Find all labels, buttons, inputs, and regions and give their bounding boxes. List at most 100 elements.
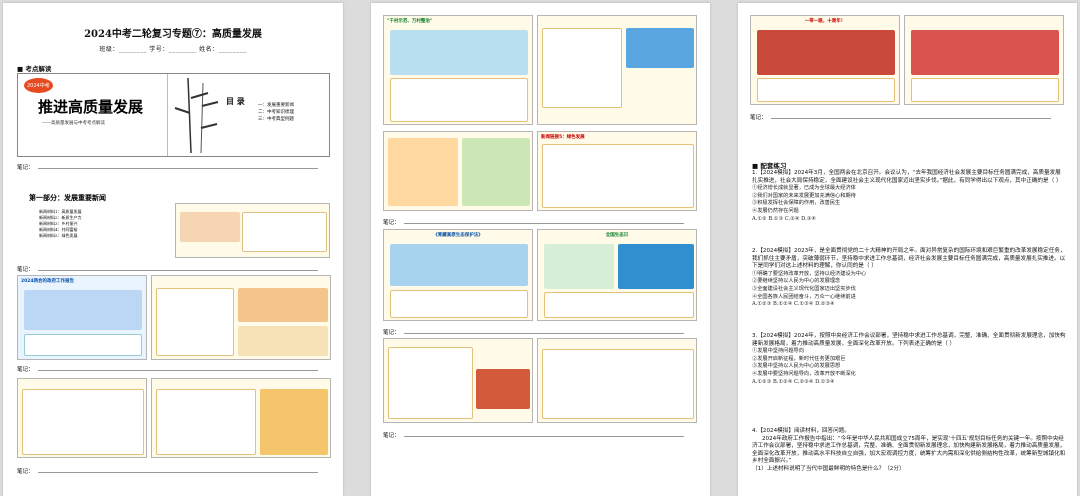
question-subquestion: （1）上述材料说明了当代中国最鲜明的特色是什么？（2分） [752,465,905,472]
news-slide [383,338,533,423]
slide-logo [544,244,614,289]
slide-image [180,212,240,242]
question-option: ①发展中坚持问题导向 [752,348,804,355]
slide-text-box [22,389,144,455]
question-option: ③发展中坚持以人民为中心的发展思想 [752,363,841,370]
toc-list: 一：发展重要新闻 二：中考知识梳理 三：中考典型例题 [258,102,294,123]
question-answer-choices: A.①②③ B.①②④ C.①③④ D.②③④ [752,301,835,308]
news-slide [151,378,331,458]
slide-text-box [757,78,895,102]
slide-text-box [542,349,694,419]
document-page-1: 2024中考二轮复习专题⑦：高质量发展 班级：________ 学号：_____… [3,3,343,496]
gov-report-slide: 2024两会的政府工作报告 [17,275,147,360]
slide-image [911,30,1059,75]
cover-heading: 推进高质量发展 [38,98,144,116]
notes-line: 笔记： [383,218,684,226]
part-heading: 第一部分：发展重要新闻 [29,193,106,202]
question-2: 2.【2024模拟】2023年，是全面贯彻党的二十大精神的开局之年。面对异常复杂… [752,248,1066,309]
news-slide [151,275,331,360]
slide-image [238,326,328,356]
slide-text-box [24,334,142,356]
slide-text-box [156,288,234,356]
notes-line: 笔记： [17,163,318,171]
toc-item: 二：中考知识梳理 [258,110,294,115]
question-option: ①经济增长成就显著，已成为全球最大经济体 [752,185,856,192]
question-stem: 4.【2024模拟】阅读材料，回答问题。 [752,428,850,434]
question-option: ②要继续坚持以人民为中心的发展理念 [752,278,841,285]
slide-image [476,369,530,409]
slide-text-box [911,78,1059,102]
notes-line: 笔记： [383,431,684,439]
question-stem: 3.【2024模拟】2024年，按照中央经济工作会议部署，坚持稳中求进工作总基调… [752,333,1066,347]
student-info-fields: 班级：________ 学号：________ 姓名：________ [99,46,247,53]
question-answer-choices: A.①②③ B.①②④ C.②③④ D.①③④ [752,378,835,385]
question-stem: 2.【2024模拟】2023年，是全面贯彻党的二十大精神的开局之年。面对异常复杂… [752,248,1066,270]
slide-map [388,138,458,206]
news-slide [537,338,697,423]
news-slide [17,378,147,458]
news-slide [904,15,1064,105]
slide-image [757,30,895,75]
slide-text-box [156,389,256,455]
ecoday-slide: 全国生态日 [537,229,697,321]
page-title: 2024中考二轮复习专题⑦：高质量发展 [84,29,262,40]
slide-title: 一带一路，十周年！ [804,19,846,24]
news-slide [175,203,330,258]
question-option: ④发展仍然存在问题 [752,207,799,214]
slide-text-box [544,292,694,318]
slide-image [390,244,528,286]
slide-text-box [242,212,327,252]
notes-line: 笔记： [750,113,1051,121]
question-answer-choices: A.①② B.①③ C.②④ D.③④ [752,215,817,222]
slide-title: 全国生态日 [605,233,629,238]
section-heading-practice: ■ 配套练习 [752,162,787,170]
green-slide: 新闻链接5：绿色发展 [537,131,697,211]
slide-image [462,138,530,206]
section-practice-label: 配套练习 [760,162,787,170]
notes-line: 笔记： [17,365,318,373]
slide-title: "千村示范、万村整治" [387,19,433,24]
part-item: 新闻材料5：绿色发展 [39,233,78,238]
question-material: 2024年政府工作报告中指出：“今年是中华人民共和国成立75周年，是实现‘十四五… [752,435,1066,465]
slide-infographic [24,290,142,330]
news-slide [537,15,697,125]
document-page-3: 一带一路，十周年！ 笔记： ■ 配套练习 1.【2024模拟】2024年3月，全… [738,3,1077,496]
slide-text-box [542,28,622,108]
notes-line: 笔记： [17,467,318,475]
eco-law-slide: 《青藏高原生态保护法》 [383,229,533,321]
section-heading-point: 考点解读 [17,63,343,73]
slide-title: 《青藏高原生态保护法》 [433,233,483,238]
slide-image [238,288,328,322]
question-3: 3.【2024模拟】2024年，按照中央经济工作会议部署，坚持稳中求进工作总基调… [752,333,1066,386]
bamboo-illustration [174,78,219,153]
question-option: ③全面建设社会主义现代化国家迈出坚实步伐 [752,285,856,292]
notes-line: 笔记： [17,265,318,273]
question-1: 1.【2024模拟】2024年3月，全国两会在北京召开。会议认为，“去年我国经济… [752,170,1066,223]
slide-title: 新闻链接5：绿色发展 [541,135,585,140]
slide-image [260,389,328,455]
slide-image [618,244,694,289]
slide-image [390,30,528,75]
question-4: 4.【2024模拟】阅读材料，回答问题。 2024年政府工作报告中指出：“今年是… [752,428,1066,474]
notes-line: 笔记： [383,328,684,336]
slide-text-box [390,290,528,318]
toc-item: 一：发展重要新闻 [258,103,294,108]
toc-item: 三：中考典型例题 [258,117,294,122]
slide-text-box [542,144,694,208]
question-option: ④全国各族人民团结奋斗，万众一心继续前进 [752,293,856,300]
part-one-panel: 第一部分：发展重要新闻 新闻材料1：高质量发展 新闻材料2：新质生产力 新闻材料… [17,173,167,258]
document-page-2: "千村示范、万村整治" 新闻链接5：绿色发展 笔记： 《青藏高原生态保护法》 全… [371,3,710,496]
village-slide: "千村示范、万村整治" [383,15,533,125]
slide-title: 2024两会的政府工作报告 [21,279,75,284]
slide-image [626,28,694,68]
cover-slide: 2024中考 推进高质量发展 ——高质量发展与中考考点解读 目 录 一：发展重要… [17,73,330,157]
slide-text-box [390,78,528,122]
question-stem: 1.【2024模拟】2024年3月，全国两会在北京召开。会议认为，“去年我国经济… [752,170,1062,184]
cover-subheading: ——高质量发展与中考考点解读 [42,121,105,126]
question-option: ④发展中要坚持问题导向，改革开放不断深化 [752,370,856,377]
year-badge: 2024中考 [24,78,53,93]
map-slide [383,131,533,211]
slide-text-box [388,347,473,419]
toc-title: 目 录 [226,96,245,106]
cover-left-panel: 2024中考 推进高质量发展 ——高质量发展与中考考点解读 [18,74,168,156]
